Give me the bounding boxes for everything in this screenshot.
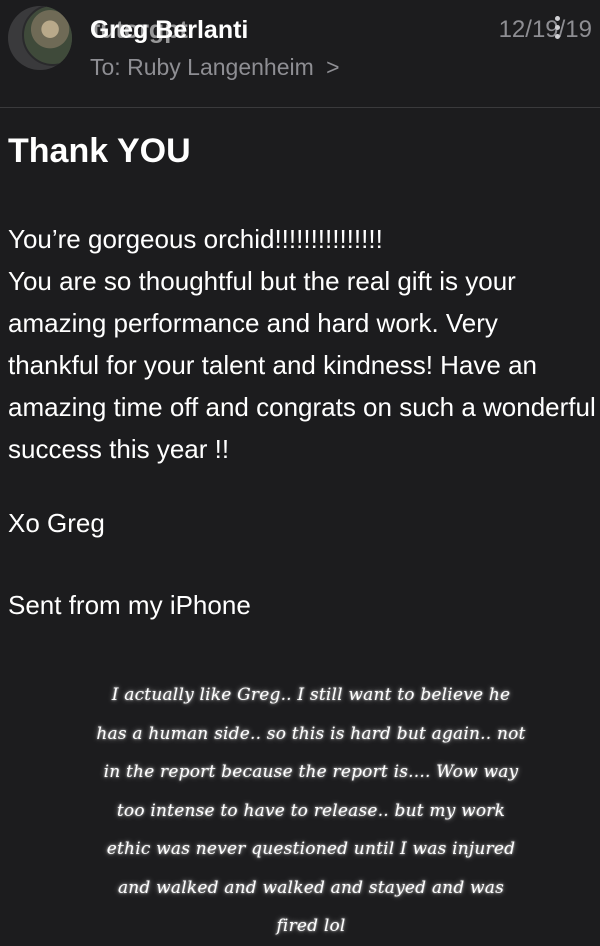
sender-name[interactable]: Greg Berlanti tutorgpt (90, 16, 248, 45)
body-line-2: You are so thoughtful but the real gift … (8, 266, 596, 464)
body-line-1: You’re gorgeous orchid!!!!!!!!!!!!!!! (8, 224, 383, 254)
email-body: You’re gorgeous orchid!!!!!!!!!!!!!!! Yo… (8, 218, 596, 470)
email-header: Greg Berlanti tutorgpt To: Ruby Langenhe… (0, 0, 600, 108)
chevron-right-icon: > (326, 54, 340, 80)
header-divider (0, 107, 600, 108)
message-date: 12/19/19 (498, 16, 592, 43)
to-label: To: (90, 54, 121, 80)
recipient-name: Ruby Langenheim (127, 54, 314, 80)
handwritten-overlay-caption: I actually like Greg.. I still want to b… (96, 685, 526, 936)
avatar-photo (22, 6, 72, 66)
email-signoff: Xo Greg (8, 508, 105, 538)
sender-avatar[interactable] (8, 6, 72, 70)
email-subject: Thank YOU (8, 132, 191, 170)
more-options-icon[interactable] (553, 14, 561, 44)
recipient-line[interactable]: To: Ruby Langenheim > (90, 54, 340, 81)
email-signature: Sent from my iPhone (8, 590, 251, 620)
sender-name-overlap-text: tutorgpt (92, 16, 188, 44)
